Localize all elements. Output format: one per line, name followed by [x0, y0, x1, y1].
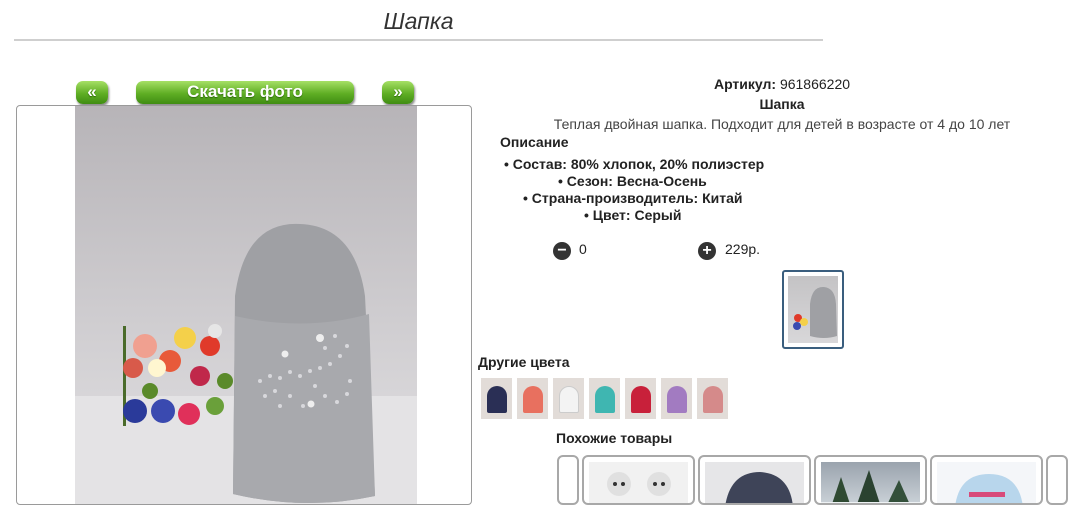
product-name: Шапка [759, 96, 805, 112]
swatch-hat [667, 386, 687, 413]
product-photo-frame [16, 105, 472, 505]
similar-product-card[interactable] [698, 455, 811, 505]
spec-item: • Цвет: Серый [584, 207, 682, 223]
color-swatch-white[interactable] [553, 378, 584, 419]
similar-prev-arrow[interactable] [557, 455, 579, 505]
color-swatch-navy[interactable] [481, 378, 512, 419]
product-photo [75, 106, 417, 504]
thumbnail-image [788, 276, 838, 343]
color-swatch-lilac[interactable] [661, 378, 692, 419]
article-line: Артикул: 961866220 [478, 76, 1086, 92]
product-summary: Теплая двойная шапка. Подходит для детей… [553, 116, 1011, 132]
spec-item: • Состав: 80% хлопок, 20% полиэстер [504, 156, 765, 172]
plus-circle-icon[interactable]: + [698, 242, 716, 260]
similar-next-arrow[interactable] [1046, 455, 1068, 505]
swatch-hat [595, 386, 615, 413]
swatch-hat [631, 386, 651, 413]
similar-product-graphic [725, 472, 793, 503]
color-swatch-turquoise[interactable] [589, 378, 620, 419]
color-swatch-coral[interactable] [517, 378, 548, 419]
thumbnail-hat [793, 286, 837, 338]
swatch-hat [703, 386, 723, 413]
similar-product-graphic [607, 472, 671, 496]
next-photo-button[interactable]: » [382, 81, 414, 104]
similar-products-title: Похожие товары [556, 430, 673, 446]
other-colors-title: Другие цвета [478, 354, 570, 370]
color-swatch-pink[interactable] [697, 378, 728, 419]
similar-product-card[interactable] [930, 455, 1043, 505]
page-title: Шапка [14, 8, 823, 41]
description-title: Описание [500, 134, 569, 150]
swatch-hat [523, 386, 543, 413]
similar-product-image [937, 462, 1036, 503]
quantity-value: 0 [579, 241, 587, 257]
price-value: 229р. [725, 241, 761, 257]
similar-product-card[interactable] [814, 455, 927, 505]
prev-photo-button[interactable]: « [76, 81, 108, 104]
spec-item: • Страна-производитель: Китай [523, 190, 743, 206]
spec-item: • Сезон: Весна-Осень [558, 173, 707, 189]
similar-product-image [589, 462, 688, 503]
swatch-hat [559, 386, 579, 413]
similar-product-card[interactable] [582, 455, 695, 505]
color-swatch-red[interactable] [625, 378, 656, 419]
main-photo-thumbnail[interactable] [782, 270, 844, 349]
article-label: Артикул: [713, 76, 777, 92]
hat-illustration [75, 223, 417, 504]
download-photo-button[interactable]: Скачать фото [136, 81, 354, 104]
article-value: 961866220 [779, 76, 851, 92]
similar-product-image [705, 462, 804, 503]
similar-product-graphic [955, 474, 1023, 503]
similar-product-graphic [821, 470, 921, 503]
minus-circle-icon[interactable]: − [553, 242, 571, 260]
swatch-hat [487, 386, 507, 413]
similar-product-image [821, 462, 921, 503]
